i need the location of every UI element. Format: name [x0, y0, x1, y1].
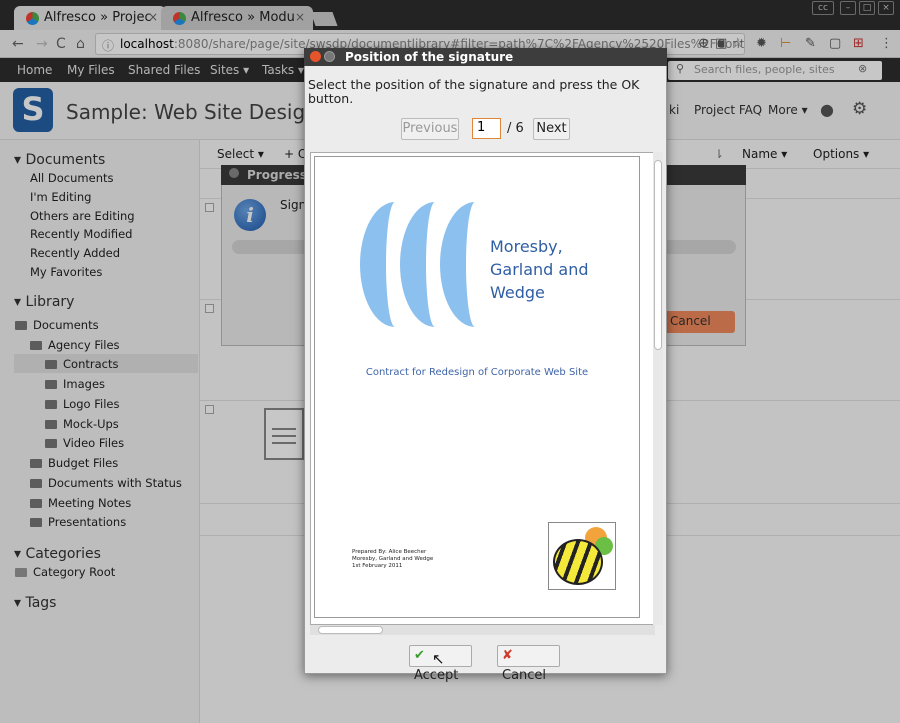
cancel-label: Cancel — [502, 668, 547, 683]
prepared-line: 1st February 2011 — [352, 563, 403, 569]
horizontal-scroll-thumb[interactable] — [318, 626, 383, 634]
cross-icon: ✘ — [502, 648, 513, 663]
page-number-input[interactable]: 1 — [472, 118, 501, 139]
mouse-cursor-icon: ↖ — [432, 650, 445, 668]
dialog-title: Position of the signature — [304, 48, 667, 66]
page-total: / 6 — [507, 121, 524, 136]
checkmark-icon: ✔ — [414, 648, 425, 663]
cancel-button[interactable]: ✘ Cancel — [497, 645, 560, 683]
bee-logo-icon — [548, 522, 616, 590]
dialog-minimize-icon[interactable] — [324, 51, 335, 62]
next-page-button[interactable]: Next — [533, 118, 570, 140]
company-line: Garland and — [490, 260, 589, 279]
prepared-line: Prepared By: Alice Beecher — [352, 549, 427, 555]
company-line: Wedge — [490, 283, 545, 302]
vertical-scroll-thumb[interactable] — [654, 160, 662, 350]
prepared-line: Moresby, Garland and Wedge — [352, 556, 434, 562]
prepared-by-block: Prepared By: Alice Beecher Moresby, Garl… — [352, 549, 433, 570]
accept-label: Accept — [414, 668, 459, 683]
company-line: Moresby, — [490, 237, 563, 256]
dialog-instruction: Select the position of the signature and… — [308, 77, 640, 106]
dialog-close-icon[interactable] — [310, 51, 321, 62]
bee-body — [553, 539, 603, 585]
previous-page-button[interactable]: Previous — [401, 118, 459, 140]
contract-title: Contract for Redesign of Corporate Web S… — [365, 367, 589, 378]
company-name: Moresby, Garland and Wedge — [490, 235, 589, 304]
